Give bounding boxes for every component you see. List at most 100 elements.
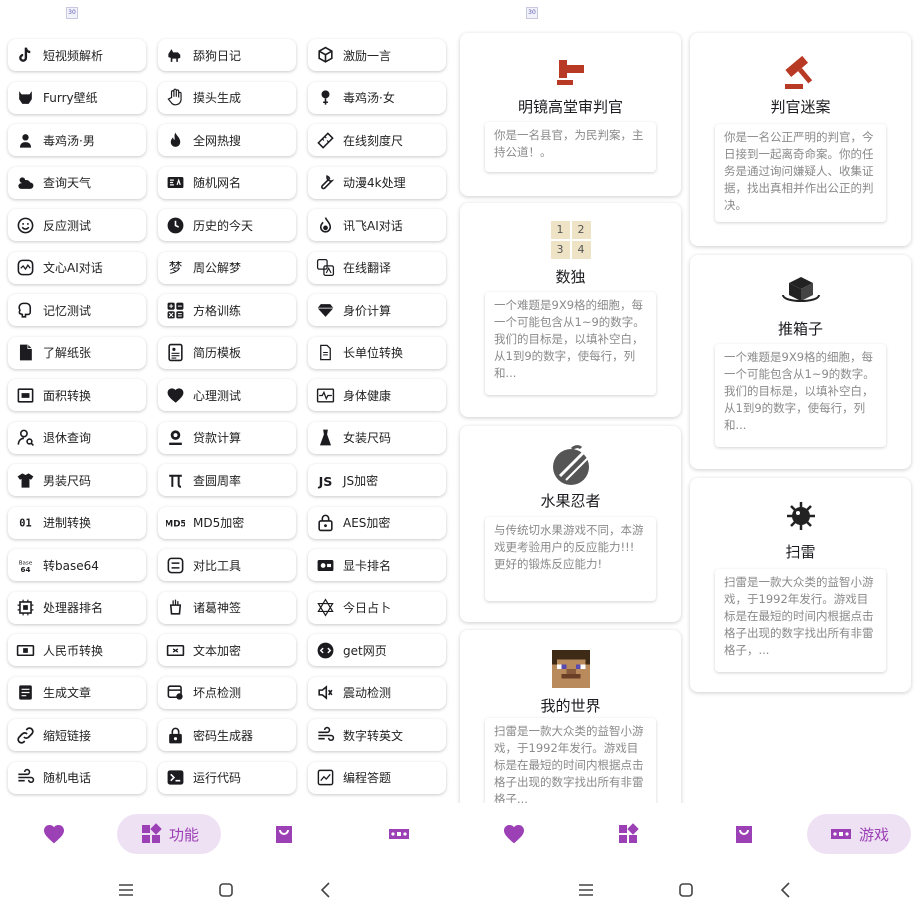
tool-button[interactable]: 在线翻译 [308,251,446,284]
tool-label: 今日占卜 [343,601,392,615]
back-button[interactable] [312,876,340,904]
nav-store[interactable] [258,814,310,854]
tool-button[interactable]: 短视频解析 [8,39,146,71]
tool-button[interactable]: Base 64 转base64 [8,549,146,581]
gamepad-icon [389,829,409,839]
tool-button[interactable]: 生成文章 [8,676,146,709]
tool-button[interactable]: 显卡排名 [308,549,446,581]
tool-button[interactable]: 了解纸张 [8,336,146,369]
gavel-icon [553,54,589,90]
games-screen: 30 明镜高堂审判官 你是一名县官，为民判案，主持公道！。 1 2 3 4 数独… [456,0,921,914]
tool-button[interactable]: 编程答题 [308,761,446,794]
nav-games[interactable]: 游戏 [807,814,911,854]
tool-button[interactable]: 毒鸡汤·女 [308,81,446,114]
tool-button[interactable]: Furry壁纸 [8,81,146,114]
tool-button[interactable]: 随机电话 [8,761,146,794]
tool-button[interactable]: 人民币转换 [8,634,146,666]
game-card-minesweeper[interactable]: 扫雷 扫雷是一款大众类的益智小游戏，于1992年发行。游戏目标是在最短的时间内根… [690,478,911,692]
tool-label: 密码生成器 [193,728,254,743]
tool-button[interactable]: 身价计算 [308,294,446,326]
tool-button[interactable]: 激励一言 [308,39,446,71]
tool-button[interactable]: 心理测试 [158,379,296,411]
tool-label: 退休查询 [43,431,92,445]
tool-button[interactable]: JS JS加密 [308,464,446,496]
tool-button[interactable]: 文本加密 [158,634,296,666]
tool-button[interactable]: 方格训练 [158,294,296,326]
tool-button[interactable]: 全网热搜 [158,124,296,156]
tshirt-icon [15,470,35,490]
tool-button[interactable]: 对比工具 [158,549,296,581]
tool-label: 查询天气 [43,176,92,190]
tool-button[interactable]: get网页 [308,634,446,666]
tool-button[interactable]: 贷款计算 [158,421,296,454]
tool-button[interactable]: 文心AI对话 [8,251,146,284]
tool-button[interactable]: 运行代码 [158,761,296,794]
js-icon: JS [315,470,335,490]
recent-apps-button[interactable] [572,876,600,904]
game-card-judge-mystery[interactable]: 判官迷案 你是一名公正严明的判官，今日接到一起离奇命案。你的任务是通过询问嫌疑人… [690,33,911,246]
tool-button[interactable]: 处理器排名 [8,591,146,624]
game-card-minecraft[interactable]: 我的世界 扫雷是一款大众类的益智小游戏，于1992年发行。游戏目标是在最短的时间… [460,630,681,820]
svg-text:01: 01 [19,517,31,529]
doc-convert-icon [315,343,335,363]
tool-button[interactable]: 动漫4k处理 [308,166,446,199]
tool-button[interactable]: 数字转英文 [308,719,446,751]
recent-apps-button[interactable] [112,876,140,904]
nav-functions[interactable] [602,814,654,854]
binary-icon: 01 [15,513,35,533]
nav-store[interactable] [718,814,770,854]
game-title: 判官迷案 [770,98,831,116]
tool-button[interactable]: 01 进制转换 [8,506,146,539]
tool-button[interactable]: 女装尺码 [308,421,446,454]
tool-button[interactable]: 记忆测试 [8,294,146,326]
game-card-sokoban[interactable]: 推箱子 一个难题是9X9格的细胞，每一个可能包含从1~9的数字。我们的目标是，以… [690,255,911,469]
tool-button[interactable]: 查询天气 [8,166,146,199]
resume-icon [165,343,185,363]
tool-button[interactable]: 查圆周率 [158,464,296,496]
tool-button[interactable]: 震动检测 [308,676,446,709]
tool-button[interactable]: 长单位转换 [308,336,446,369]
tool-button[interactable]: 讯飞AI对话 [308,209,446,241]
nav-games[interactable] [373,814,425,854]
nav-favorites[interactable] [28,814,80,854]
tool-button[interactable]: MD5 MD5加密 [158,506,296,539]
nav-favorites[interactable] [488,814,540,854]
game-description: 扫雷是一款大众类的益智小游戏，于1992年发行。游戏目标是在最短的时间内根据点击… [485,718,656,810]
game-card-fruit-ninja[interactable]: 水果忍者 与传统切水果游戏不同，本游戏更考验用户的反应能力!!! 更好的锻炼反应… [460,426,681,622]
tool-button[interactable]: 面积转换 [8,379,146,411]
tool-label: 处理器排名 [43,601,104,615]
nav-functions[interactable]: 功能 [117,814,221,854]
tool-button[interactable]: 舔狗日记 [158,39,296,71]
hand-icon [165,88,185,108]
home-button[interactable] [672,876,700,904]
tool-button[interactable]: 退休查询 [8,421,146,454]
male-icon [15,130,35,150]
tool-button[interactable]: 反应测试 [8,209,146,241]
back-chevron-icon [780,882,790,898]
tool-button[interactable]: 今日占卜 [308,591,446,624]
tool-button[interactable]: 简历模板 [158,336,296,369]
tool-button[interactable]: 诸葛神签 [158,591,296,624]
tool-button[interactable]: 身体健康 [308,379,446,411]
code-icon [315,640,335,660]
back-button[interactable] [772,876,800,904]
tool-button[interactable]: AES加密 [308,506,446,539]
game-description: 你是一名公正严明的判官，今日接到一起离奇命案。你的任务是通过询问嫌疑人、收集证据… [715,124,886,222]
area-icon [15,385,35,405]
translate-icon [315,258,335,278]
tool-button[interactable]: 男装尺码 [8,464,146,496]
minecraft-face-icon [551,650,590,688]
game-card-sudoku[interactable]: 1 2 3 4 数独 一个难题是9X9格的细胞，每一个可能包含从1~9的数字。我… [460,203,681,417]
home-button[interactable] [212,876,240,904]
tool-button[interactable]: 缩短链接 [8,719,146,751]
tool-button[interactable]: 随机网名 [158,166,296,199]
tool-button[interactable]: 毒鸡汤·男 [8,124,146,156]
tool-button[interactable]: 在线刻度尺 [308,124,446,156]
game-card-judge[interactable]: 明镜高堂审判官 你是一名县官，为民判案，主持公道！。 [460,33,681,196]
tool-button[interactable]: 梦周公解梦 [158,251,296,284]
tool-label: Furry壁纸 [43,91,98,105]
tool-button[interactable]: 坏点检测 [158,676,296,709]
tool-button[interactable]: 历史的今天 [158,209,296,241]
tool-button[interactable]: 摸头生成 [158,81,296,114]
tool-button[interactable]: 密码生成器 [158,719,296,751]
